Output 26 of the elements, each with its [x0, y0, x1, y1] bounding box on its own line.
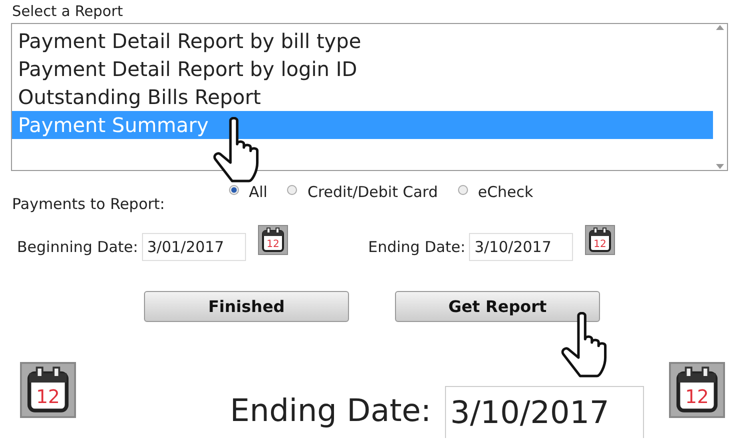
date-field[interactable]: 3/10/2017: [469, 233, 574, 261]
action-button[interactable]: Get Report: [395, 291, 600, 322]
radio-label[interactable]: All: [248, 180, 268, 203]
scroll-down-icon[interactable]: [716, 164, 724, 170]
radio-button[interactable]: [458, 184, 468, 194]
radio-button[interactable]: [228, 184, 239, 194]
radio-label[interactable]: Credit/Debit Card: [307, 180, 438, 203]
calendar-icon[interactable]: 12: [669, 362, 726, 418]
calendar-icon[interactable]: 12: [585, 225, 616, 255]
field-label: Ending Date:: [230, 392, 432, 430]
radio-button[interactable]: [287, 184, 298, 194]
report-listbox[interactable]: Payment Detail Report by bill type Payment Detail Report by login ID Outstanding Bills Report Payment Summary: [11, 22, 728, 170]
field-label: Beginning Date:: [17, 236, 138, 258]
calendar-icon[interactable]: 12: [20, 362, 76, 418]
scroll-up-icon[interactable]: [716, 24, 724, 30]
field-label: Payments to Report:: [12, 194, 165, 214]
field-label: Ending Date:: [368, 236, 466, 258]
date-field[interactable]: 3/01/2017: [142, 233, 246, 261]
date-field[interactable]: 3/10/2017: [445, 386, 644, 438]
list-item[interactable]: Payment Detail Report by login ID: [12, 54, 713, 82]
action-button[interactable]: Finished: [144, 291, 349, 322]
list-item[interactable]: Outstanding Bills Report: [12, 82, 713, 110]
list-label: Select a Report: [11, 3, 124, 20]
list-item[interactable]: Payment Detail Report by bill type: [12, 26, 713, 54]
calendar-icon[interactable]: 12: [258, 225, 288, 255]
radio-label[interactable]: eCheck: [478, 180, 534, 203]
